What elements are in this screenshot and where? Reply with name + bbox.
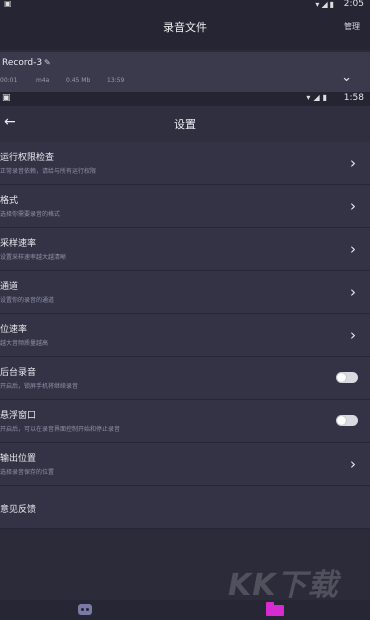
chevron-right-icon: › (350, 154, 356, 172)
chevron-right-icon: › (350, 197, 356, 215)
status-bar: ▣ ▾◢▮ 1:58 (0, 92, 370, 106)
page-title: 设置 (174, 118, 196, 131)
toggle-knob (337, 416, 346, 425)
chevron-right-icon: › (350, 455, 356, 473)
setting-channel[interactable]: 通道 设置你的录音的通道 › (0, 271, 370, 314)
watermark: KK下载 (228, 568, 339, 603)
setting-floating-window: 悬浮窗口 开启后，可以在录音界面控制开始和停止录音 (0, 400, 370, 443)
folder-icon[interactable] (266, 602, 284, 616)
setting-description: 设置你的录音的通道 (0, 297, 55, 304)
manage-button[interactable]: 管理 (344, 21, 360, 32)
floating-window-toggle[interactable] (336, 415, 358, 426)
status-time: 1:58 (343, 93, 364, 103)
background-recording-toggle[interactable] (336, 372, 358, 383)
status-icons: ▾◢▮ (315, 0, 336, 9)
setting-output-location[interactable]: 输出位置 选择录音保存的位置 › (0, 443, 370, 486)
record-format: m4a (36, 77, 50, 84)
setting-format[interactable]: 格式 选择你需要录音的格式 › (0, 185, 370, 228)
setting-feedback[interactable]: 意见反馈 (0, 486, 370, 529)
notification-icon: ▣ (4, 0, 12, 8)
record-duration: 00:01 (0, 77, 18, 84)
settings-app-bar: ← 设置 (0, 106, 370, 142)
setting-permission-check[interactable]: 运行权限检查 正常录音依赖，请给与所有运行权限 › (0, 142, 370, 185)
setting-description: 设置采样速率越大越清晰 (0, 254, 67, 261)
setting-label: 运行权限检查 (0, 153, 55, 163)
chevron-down-icon[interactable]: ⌄ (341, 70, 352, 85)
setting-label: 输出位置 (0, 454, 37, 464)
notification-icon: ▣ (2, 93, 11, 103)
recordings-title: 录音文件 (163, 21, 207, 34)
setting-label: 格式 (0, 196, 19, 206)
record-name: Record-3 (2, 58, 43, 68)
setting-description: 正常录音依赖，请给与所有运行权限 (0, 168, 97, 175)
record-item[interactable]: Record-3 ✎ 00:01 m4a 0.45 Mb 13:59 ⌄ (0, 52, 370, 92)
status-icons: ▾◢▮ (306, 93, 330, 102)
setting-label: 意见反馈 (0, 505, 37, 515)
setting-label: 采样速率 (0, 239, 37, 249)
setting-sample-rate[interactable]: 采样速率 设置采样速率越大越清晰 › (0, 228, 370, 271)
setting-description: 选择录音保存的位置 (0, 469, 55, 476)
record-size: 0.45 Mb (66, 77, 91, 84)
robot-icon[interactable] (78, 604, 92, 615)
record-time: 13:59 (107, 77, 125, 84)
setting-description: 选择你需要录音的格式 (0, 211, 61, 218)
setting-label: 悬浮窗口 (0, 411, 37, 421)
back-status-bar: ▣ ▾◢▮ 2:05 (0, 0, 370, 10)
setting-description: 开启后，锁屏手机将继续录音 (0, 383, 79, 390)
setting-label: 位速率 (0, 325, 28, 335)
recordings-app-bar: 录音文件 管理 (0, 10, 370, 50)
setting-description: 开启后，可以在录音界面控制开始和停止录音 (0, 426, 121, 433)
setting-description: 越大音频质量越高 (0, 340, 49, 347)
chevron-right-icon: › (350, 283, 356, 301)
settings-list: 运行权限检查 正常录音依赖，请给与所有运行权限 › 格式 选择你需要录音的格式 … (0, 142, 370, 529)
status-time: 2:05 (343, 0, 364, 9)
setting-bitrate[interactable]: 位速率 越大音频质量越高 › (0, 314, 370, 357)
setting-label: 后台录音 (0, 368, 37, 378)
chevron-right-icon: › (350, 240, 356, 258)
toggle-knob (337, 373, 346, 382)
chevron-right-icon: › (350, 326, 356, 344)
setting-label: 通道 (0, 282, 19, 292)
setting-background-recording: 后台录音 开启后，锁屏手机将继续录音 (0, 357, 370, 400)
edit-icon[interactable]: ✎ (44, 58, 51, 67)
